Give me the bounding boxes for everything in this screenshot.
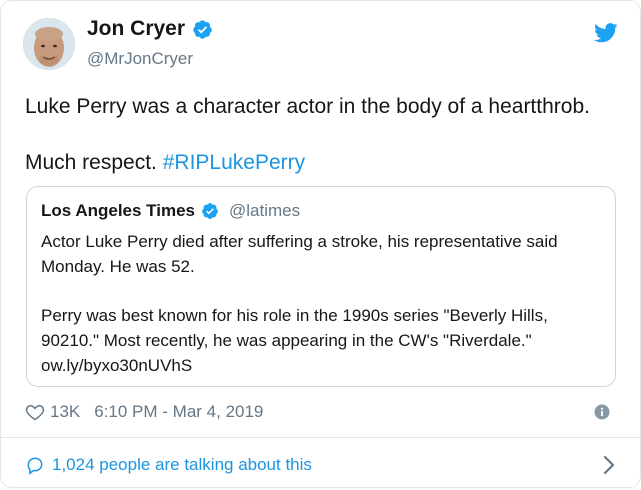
avatar[interactable]	[23, 18, 75, 70]
conversation-link[interactable]: 1,024 people are talking about this	[25, 455, 312, 475]
tweet-line-2: Much respect. #RIPLukePerry	[25, 149, 625, 177]
verified-badge-icon	[201, 202, 219, 220]
tweet-line-2-prefix: Much respect.	[25, 151, 163, 174]
verified-badge-icon	[192, 19, 213, 40]
tweet-line-1: Luke Perry was a character actor in the …	[25, 95, 590, 118]
chevron-right-icon[interactable]	[602, 454, 616, 476]
quoted-tweet[interactable]: Los Angeles Times @latimes Actor Luke Pe…	[26, 186, 616, 387]
tweet-timestamp[interactable]: 6:10 PM - Mar 4, 2019	[94, 402, 263, 422]
quoted-author-name: Los Angeles Times	[41, 201, 195, 220]
speech-bubble-icon	[25, 455, 45, 475]
quoted-author-handle: @latimes	[229, 201, 301, 220]
author-name-text[interactable]: Jon Cryer	[87, 17, 185, 41]
tweet-text: Luke Perry was a character actor in the …	[25, 93, 625, 177]
twitter-bird-icon[interactable]	[593, 23, 618, 43]
like-count[interactable]: 13K	[50, 402, 80, 422]
info-icon[interactable]	[594, 404, 610, 420]
author-name[interactable]: Jon Cryer	[87, 17, 213, 41]
hashtag-link[interactable]: #RIPLukePerry	[163, 151, 305, 174]
tweet-meta: 13K 6:10 PM - Mar 4, 2019	[25, 402, 263, 422]
quoted-tweet-text: Actor Luke Perry died after suffering a …	[41, 229, 606, 378]
divider	[1, 437, 640, 438]
author-handle[interactable]: @MrJonCryer	[87, 49, 193, 69]
talking-count-text[interactable]: 1,024 people are talking about this	[52, 455, 312, 475]
quoted-paragraph-2: Perry was best known for his role in the…	[41, 306, 548, 375]
quoted-tweet-header: Los Angeles Times @latimes	[41, 201, 300, 221]
heart-icon[interactable]	[25, 402, 45, 422]
quoted-paragraph-1: Actor Luke Perry died after suffering a …	[41, 232, 558, 276]
embedded-tweet-card: Jon Cryer @MrJonCryer Luke Perry was a c…	[0, 0, 641, 488]
